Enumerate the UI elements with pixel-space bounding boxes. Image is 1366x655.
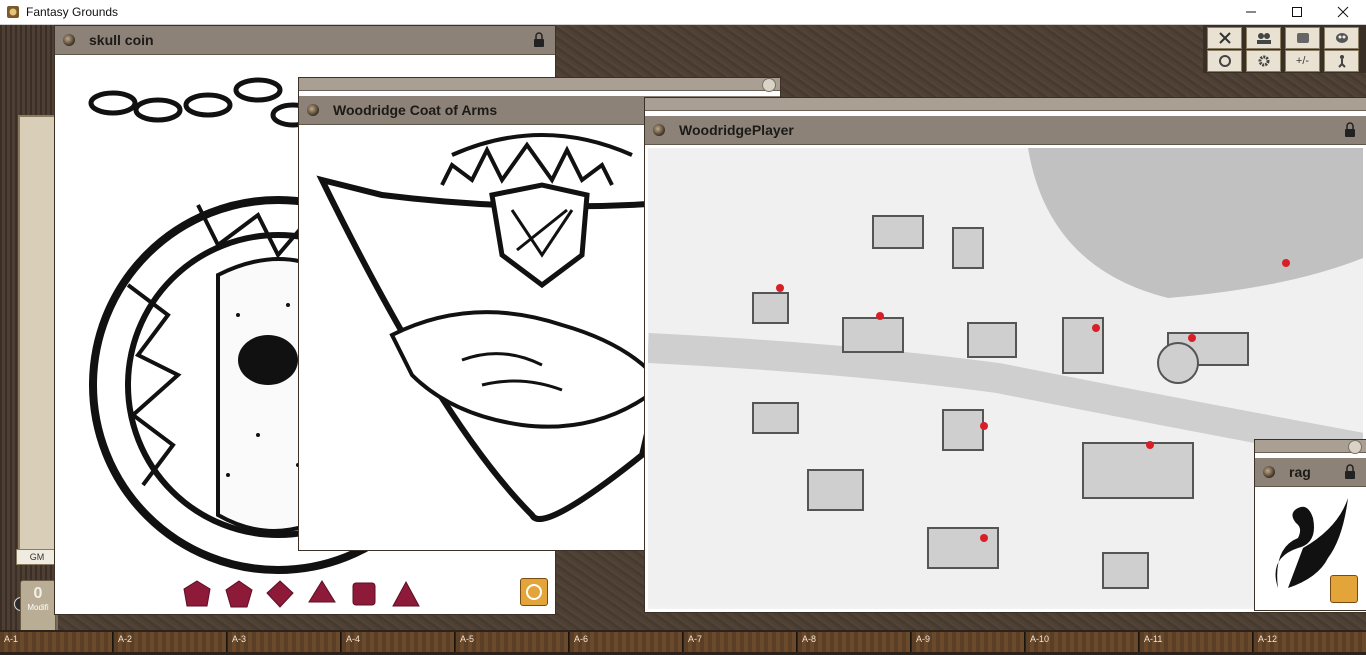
window-menu-icon[interactable] — [307, 104, 319, 116]
d12-die[interactable] — [225, 580, 253, 608]
hotkey-label: A-2 — [118, 634, 133, 644]
window-header[interactable]: WoodridgePlayer — [645, 116, 1366, 145]
hotkey-slot[interactable]: A-8 — [798, 632, 911, 652]
modifier-label: Modifi — [27, 603, 49, 612]
hotkey-slot[interactable]: A-12 — [1254, 632, 1366, 652]
hotkey-slot[interactable]: A-2 — [114, 632, 227, 652]
lock-icon[interactable] — [1344, 464, 1356, 480]
hotkey-label: A-12 — [1258, 634, 1278, 644]
hotkey-slot[interactable]: A-10 — [1026, 632, 1139, 652]
effects-button[interactable] — [1324, 50, 1359, 72]
hotkey-bar: A-1 A-2 A-3 A-4 A-5 A-6 A-7 A-8 A-9 A-10… — [0, 630, 1366, 655]
close-window-icon[interactable] — [762, 78, 776, 92]
share-icon — [526, 584, 542, 600]
chat-panel — [18, 115, 58, 559]
info-party-icon — [1256, 33, 1271, 44]
hotkey-label: A-6 — [574, 634, 589, 644]
hotkey-slot[interactable]: A-5 — [456, 632, 569, 652]
window-title: WoodridgePlayer — [679, 122, 794, 138]
hotkey-label: A-9 — [916, 634, 931, 644]
walker-icon — [1337, 55, 1346, 68]
left-sidebar: GM 0 Modifi — [0, 25, 58, 636]
share-button[interactable] — [1330, 575, 1358, 603]
close-icon — [1337, 6, 1349, 18]
characters-button[interactable] — [1324, 27, 1359, 49]
gm-label: GM — [16, 549, 58, 565]
hotkey-slot[interactable]: A-11 — [1140, 632, 1253, 652]
window-menu-icon[interactable] — [653, 124, 665, 136]
settings-button[interactable] — [1246, 50, 1281, 72]
hotkey-slot[interactable]: A-4 — [342, 632, 455, 652]
hotkey-label: A-3 — [232, 634, 247, 644]
window-header[interactable]: rag — [1255, 458, 1366, 487]
modifier-value: 0 — [33, 585, 43, 602]
window-title-bar: Fantasy Grounds — [0, 0, 1366, 25]
d6-die[interactable] — [350, 580, 378, 608]
hotkey-label: A-8 — [802, 634, 817, 644]
d8-die[interactable] — [308, 580, 336, 608]
options-icon — [1218, 55, 1231, 67]
hotkey-slot[interactable]: A-3 — [228, 632, 341, 652]
lock-icon[interactable] — [533, 32, 545, 48]
app-title: Fantasy Grounds — [26, 5, 119, 19]
modifier-box[interactable]: 0 Modifi — [20, 580, 56, 636]
hotkey-slot[interactable]: A-6 — [570, 632, 683, 652]
d4-die[interactable] — [392, 580, 420, 608]
hotkey-label: A-11 — [1144, 634, 1163, 644]
window-title: skull coin — [89, 32, 154, 48]
d10-die[interactable] — [266, 580, 294, 608]
notes-button[interactable] — [1285, 27, 1320, 49]
hotkey-slot[interactable]: A-1 — [0, 632, 113, 652]
mask-icon — [1335, 33, 1348, 43]
share-button[interactable] — [520, 578, 548, 606]
maximize-button[interactable] — [1274, 0, 1320, 24]
modifiers-button[interactable]: +/- — [1285, 50, 1320, 72]
hotkey-label: A-5 — [460, 634, 475, 644]
sword-icon — [1218, 32, 1231, 44]
rag-window[interactable]: rag — [1255, 440, 1366, 610]
lock-icon[interactable] — [1344, 122, 1356, 138]
window-menu-icon[interactable] — [63, 34, 75, 46]
hotkey-slot[interactable]: A-7 — [684, 632, 797, 652]
window-title: Woodridge Coat of Arms — [333, 102, 498, 118]
window-header[interactable]: skull coin — [55, 26, 555, 55]
toolbar: +/- — [1203, 25, 1366, 73]
close-window-icon[interactable] — [1348, 440, 1362, 454]
hotkey-label: A-1 — [4, 634, 19, 644]
options-button[interactable] — [1207, 50, 1242, 72]
scroll-icon — [1296, 33, 1309, 43]
window-menu-icon[interactable] — [1263, 466, 1275, 478]
hotkey-label: A-10 — [1030, 634, 1050, 644]
party-button[interactable] — [1246, 27, 1281, 49]
close-button[interactable] — [1320, 0, 1366, 24]
gear-icon — [1258, 55, 1269, 67]
hotkey-label: A-4 — [346, 634, 361, 644]
minimize-icon — [1246, 11, 1256, 13]
window-drag-strip[interactable] — [299, 78, 780, 91]
d20-die[interactable] — [183, 580, 211, 608]
app-icon — [7, 6, 19, 18]
hotkey-label: A-7 — [688, 634, 703, 644]
maximize-icon — [1292, 7, 1302, 17]
minimize-button[interactable] — [1228, 0, 1274, 24]
window-title: rag — [1289, 464, 1311, 480]
hotkey-slot[interactable]: A-9 — [912, 632, 1025, 652]
combat-tracker-button[interactable] — [1207, 27, 1242, 49]
window-drag-strip[interactable] — [645, 98, 1366, 111]
